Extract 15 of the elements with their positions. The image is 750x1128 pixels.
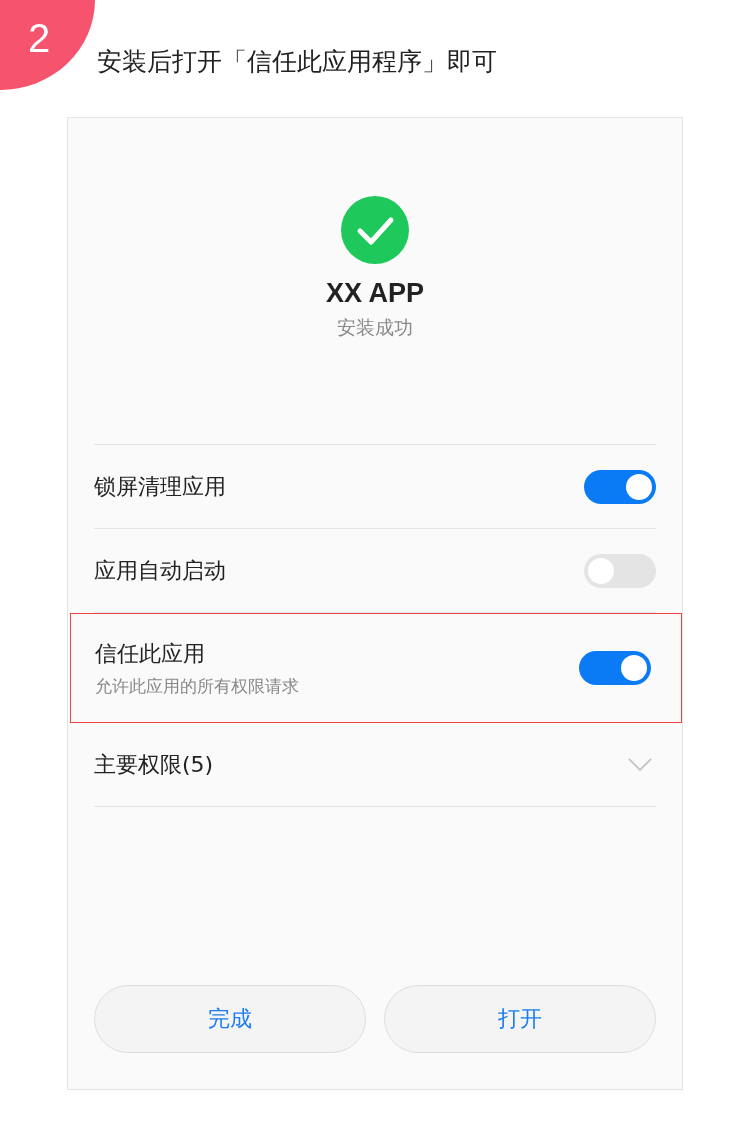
setting-label: 应用自动启动 [94,556,226,585]
setting-label: 信任此应用 [95,639,206,668]
app-name: XX APP [325,278,424,309]
toggle-switch[interactable] [579,651,651,685]
action-button[interactable]: 打开 [384,985,656,1053]
action-button[interactable]: 完成 [94,985,366,1053]
setting-label: 锁屏清理应用 [94,472,226,501]
toggle-switch[interactable] [584,469,656,504]
install-status: 安装成功 [337,315,413,340]
check-icon [341,196,409,264]
setting-description: 允许此应用的所有权限请求 [95,674,299,698]
toggle-switch[interactable] [584,553,656,588]
instruction-text: 安装后打开「信任此应用程序」即可 [97,46,497,78]
step-badge: 2 [0,0,95,90]
setting-label: 主要权限(5) [94,750,214,779]
